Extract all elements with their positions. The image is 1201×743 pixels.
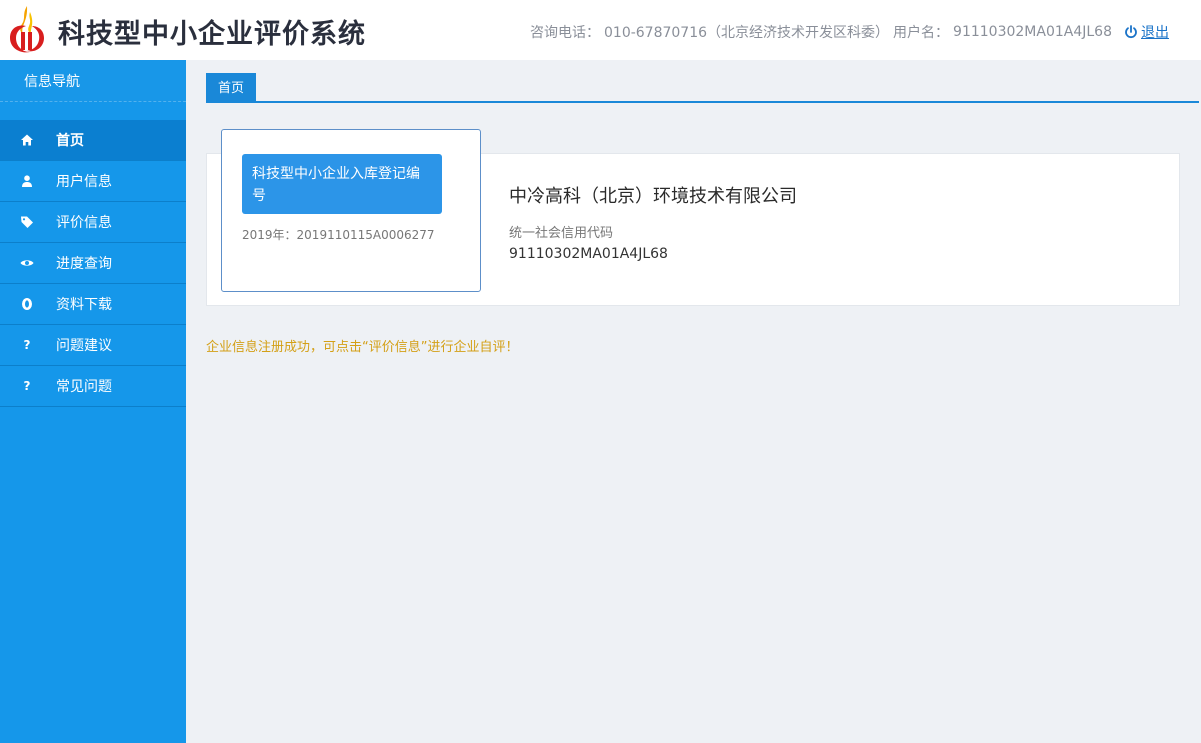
registration-number-button[interactable]: 科技型中小企业入库登记编号 — [242, 154, 442, 214]
circle-icon — [20, 297, 34, 311]
sidebar-item-label: 评价信息 — [56, 215, 112, 231]
sidebar-item-label: 用户信息 — [56, 174, 112, 190]
sidebar-item-label: 常见问题 — [56, 379, 112, 395]
registration-number: 2019年：2019110115A0006277 — [242, 228, 435, 242]
phone-value: 010-67870716（北京经济技术开发区科委） — [604, 25, 890, 41]
question-icon: ? — [23, 338, 31, 352]
sidebar-item-label: 资料下载 — [56, 297, 112, 313]
sidebar-item-evaluation[interactable]: 评价信息 — [0, 202, 186, 243]
sidebar-item-label: 首页 — [56, 133, 84, 149]
eye-icon — [20, 256, 34, 270]
sidebar-item-label: 问题建议 — [56, 338, 112, 354]
sidebar-item-user-info[interactable]: 用户信息 — [0, 161, 186, 202]
sidebar: 信息导航 首页 用户信息 评价信息 进度查询 资料下载 ? 问题建议 ? 常见问… — [0, 60, 186, 743]
phone-label: 咨询电话： — [530, 25, 600, 41]
sidebar-item-home[interactable]: 首页 — [0, 120, 186, 161]
app-header: 科技型中小企业评价系统 咨询电话： 010-67870716（北京经济技术开发区… — [0, 0, 1201, 60]
sidebar-item-progress[interactable]: 进度查询 — [0, 243, 186, 284]
registration-card: 科技型中小企业入库登记编号 2019年：2019110115A0006277 — [221, 129, 481, 292]
success-notice: 企业信息注册成功，可点击“评价信息”进行企业自评！ — [206, 340, 519, 355]
sidebar-item-faq[interactable]: ? 常见问题 — [0, 366, 186, 407]
user-value: 91110302MA01A4JL68 — [953, 24, 1112, 40]
sidebar-title: 信息导航 — [0, 60, 186, 102]
header-info: 咨询电话： 010-67870716（北京经济技术开发区科委） 用户名： 911… — [530, 22, 1169, 42]
sidebar-item-label: 进度查询 — [56, 256, 112, 272]
tab-bar: 首页 — [206, 73, 1199, 103]
question-icon: ? — [23, 379, 31, 393]
tag-icon — [20, 215, 34, 229]
user-label: 用户名： — [893, 25, 950, 41]
user-icon — [20, 174, 34, 188]
sidebar-item-downloads[interactable]: 资料下载 — [0, 284, 186, 325]
logo-icon — [10, 6, 44, 53]
credit-code-value: 91110302MA01A4JL68 — [509, 246, 668, 262]
tab-home[interactable]: 首页 — [206, 73, 256, 103]
app-title: 科技型中小企业评价系统 — [58, 19, 366, 50]
logout-link[interactable]: 退出 — [1141, 22, 1169, 42]
credit-code-label: 统一社会信用代码 — [509, 226, 614, 241]
power-icon[interactable] — [1124, 25, 1138, 39]
company-name: 中冷高科（北京）环境技术有限公司 — [509, 186, 797, 207]
home-icon — [20, 133, 34, 147]
sidebar-item-feedback[interactable]: ? 问题建议 — [0, 325, 186, 366]
